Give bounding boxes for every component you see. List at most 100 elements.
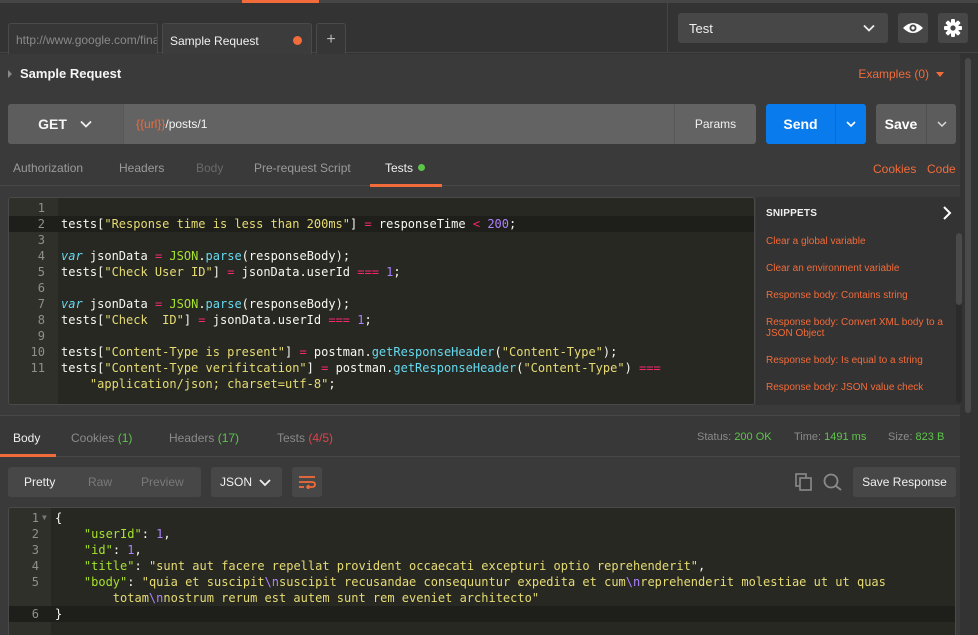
code-line: 4 var jsonData = JSON.parse(responseBody)… xyxy=(9,248,754,264)
snippet-item[interactable]: Response body: Contains string xyxy=(766,290,951,301)
code-line: "application/json; charset=utf-8"; xyxy=(89,377,336,391)
send-button-group: Send xyxy=(766,104,866,144)
request-name-text: Sample Request xyxy=(20,66,122,81)
response-tab-cookies[interactable]: Cookies (1) xyxy=(71,431,132,445)
tab-headers[interactable]: Headers xyxy=(119,161,164,175)
url-path: /posts/1 xyxy=(165,117,208,131)
url-input[interactable]: {{url}}/posts/1 xyxy=(136,104,207,144)
size-value: 823 B xyxy=(915,431,945,443)
caret-down-icon xyxy=(936,71,944,77)
divider xyxy=(667,3,668,53)
active-tab-underline xyxy=(370,184,442,187)
snippet-item[interactable]: Clear a global variable xyxy=(766,236,951,247)
tests-editor[interactable]: 1 2 tests["Response time is less than 200… xyxy=(8,197,755,405)
search-icon[interactable] xyxy=(823,473,843,491)
chevron-down-icon xyxy=(846,121,856,128)
format-select[interactable]: JSON xyxy=(211,467,282,497)
view-raw[interactable]: Raw xyxy=(88,467,112,497)
send-options-button[interactable] xyxy=(835,104,866,144)
tab-body[interactable]: Body xyxy=(196,161,223,175)
line-number: 4 xyxy=(37,249,45,263)
code-line: 8 tests["Check ID"] = jsonData.userId ===… xyxy=(9,312,754,328)
wrap-lines-button[interactable] xyxy=(292,467,322,497)
code-line: 6} xyxy=(9,606,955,622)
request-name[interactable]: Sample Request xyxy=(8,66,121,81)
method-select[interactable]: GET xyxy=(8,104,124,144)
environment-quick-look-button[interactable] xyxy=(898,13,928,43)
snippet-item[interactable]: Response body: JSON value check xyxy=(766,382,951,393)
send-label: Send xyxy=(783,116,818,132)
line-number: 11 xyxy=(30,361,45,375)
time-value: 1491 ms xyxy=(824,431,867,443)
eye-icon xyxy=(903,23,923,33)
status-label: Status: xyxy=(697,431,732,443)
line-number: 5 xyxy=(37,265,45,279)
caret-right-icon xyxy=(8,69,12,78)
chevron-right-icon[interactable] xyxy=(940,205,954,221)
tab-google-finance[interactable]: http://www.google.com/finance xyxy=(8,23,158,56)
tab-sample-request[interactable]: Sample Request xyxy=(162,23,312,57)
params-label: Params xyxy=(694,117,737,131)
line-number: 6 xyxy=(37,281,45,295)
save-response-button[interactable]: Save Response xyxy=(853,467,956,497)
manage-environments-button[interactable] xyxy=(938,13,968,43)
tab-pre-request-script[interactable]: Pre-request Script xyxy=(254,161,351,175)
tab-authorization[interactable]: Authorization xyxy=(13,161,83,175)
chevron-down-icon xyxy=(80,120,92,128)
view-preview[interactable]: Preview xyxy=(141,467,184,497)
code-line: 3 xyxy=(9,232,754,248)
examples-label: Examples (0) xyxy=(858,67,929,81)
params-button[interactable]: Params xyxy=(674,104,756,144)
scrollbar-thumb[interactable] xyxy=(965,58,971,413)
view-pretty[interactable]: Pretty xyxy=(24,467,55,497)
cookies-link[interactable]: Cookies xyxy=(873,162,916,176)
wrap-lines-icon xyxy=(299,476,316,489)
cookies-count: (1) xyxy=(117,431,133,445)
line-number: 5 xyxy=(31,575,39,589)
snippet-item[interactable]: Response body: Convert XML body to a JSO… xyxy=(766,317,951,339)
snippets-panel: SNIPPETS Clear a global variable Clear a… xyxy=(756,197,962,405)
status-value: 200 OK xyxy=(734,431,772,443)
copy-icon[interactable] xyxy=(795,473,813,491)
send-button[interactable]: Send xyxy=(766,104,835,144)
snippet-item[interactable]: Response body: Is equal to a string xyxy=(766,355,951,366)
examples-dropdown[interactable]: Examples (0) xyxy=(858,67,944,81)
response-tab-body[interactable]: Body xyxy=(13,431,40,445)
format-selected: JSON xyxy=(220,475,253,489)
save-options-button[interactable] xyxy=(926,104,956,144)
new-tab-button[interactable]: + xyxy=(316,23,346,56)
fold-arrow-icon[interactable]: ▼ xyxy=(42,510,47,526)
code-link[interactable]: Code xyxy=(927,162,956,176)
line-number: 7 xyxy=(37,297,45,311)
unsaved-dot-icon xyxy=(293,36,302,45)
environment-select[interactable]: Test xyxy=(678,13,888,43)
snippets-scrollbar[interactable] xyxy=(956,233,962,403)
save-button-group: Save xyxy=(876,104,956,144)
line-number: 3 xyxy=(37,233,45,247)
code-line: totam\nnostrum rerum est autem sunt rem … xyxy=(112,591,540,605)
tab-label: Cookies xyxy=(71,431,115,445)
plus-icon: + xyxy=(326,31,336,48)
code-line: 9 xyxy=(9,328,754,344)
snippet-item[interactable]: Clear an environment variable xyxy=(766,263,951,274)
code-line: 10 tests["Content-Type is present"] = pos… xyxy=(9,344,754,360)
code-line: 1 xyxy=(9,200,754,216)
response-tab-tests[interactable]: Tests (4/5) xyxy=(277,431,333,445)
url-variable: {{url}} xyxy=(136,117,166,131)
code-line: 4 "title": "sunt aut facere repellat pro… xyxy=(9,558,955,574)
chevron-down-icon xyxy=(937,121,946,127)
response-time: Time: 1491 ms xyxy=(794,431,866,443)
tab-label: Tests xyxy=(277,431,306,445)
code-line: 7 var jsonData = JSON.parse(responseBody)… xyxy=(9,296,754,312)
line-number: 1 xyxy=(31,511,39,525)
code-line: 1 ▼{ xyxy=(9,510,955,526)
tab-tests[interactable]: Tests xyxy=(385,161,426,175)
response-tab-headers[interactable]: Headers (17) xyxy=(169,431,239,445)
save-button[interactable]: Save xyxy=(876,104,926,144)
code-line: 5 tests["Check User ID"] = jsonData.userI… xyxy=(9,264,754,280)
scrollbar-thumb[interactable] xyxy=(956,233,962,305)
code-line: 2 "userId": 1, xyxy=(9,526,955,542)
page-scrollbar[interactable] xyxy=(960,54,978,635)
title-value: sunt aut facere repellat provident occae… xyxy=(156,559,691,573)
response-body-viewer[interactable]: 1 ▼{ 2 "userId": 1, 3 "id": 1, 4 "title":… xyxy=(8,507,956,635)
